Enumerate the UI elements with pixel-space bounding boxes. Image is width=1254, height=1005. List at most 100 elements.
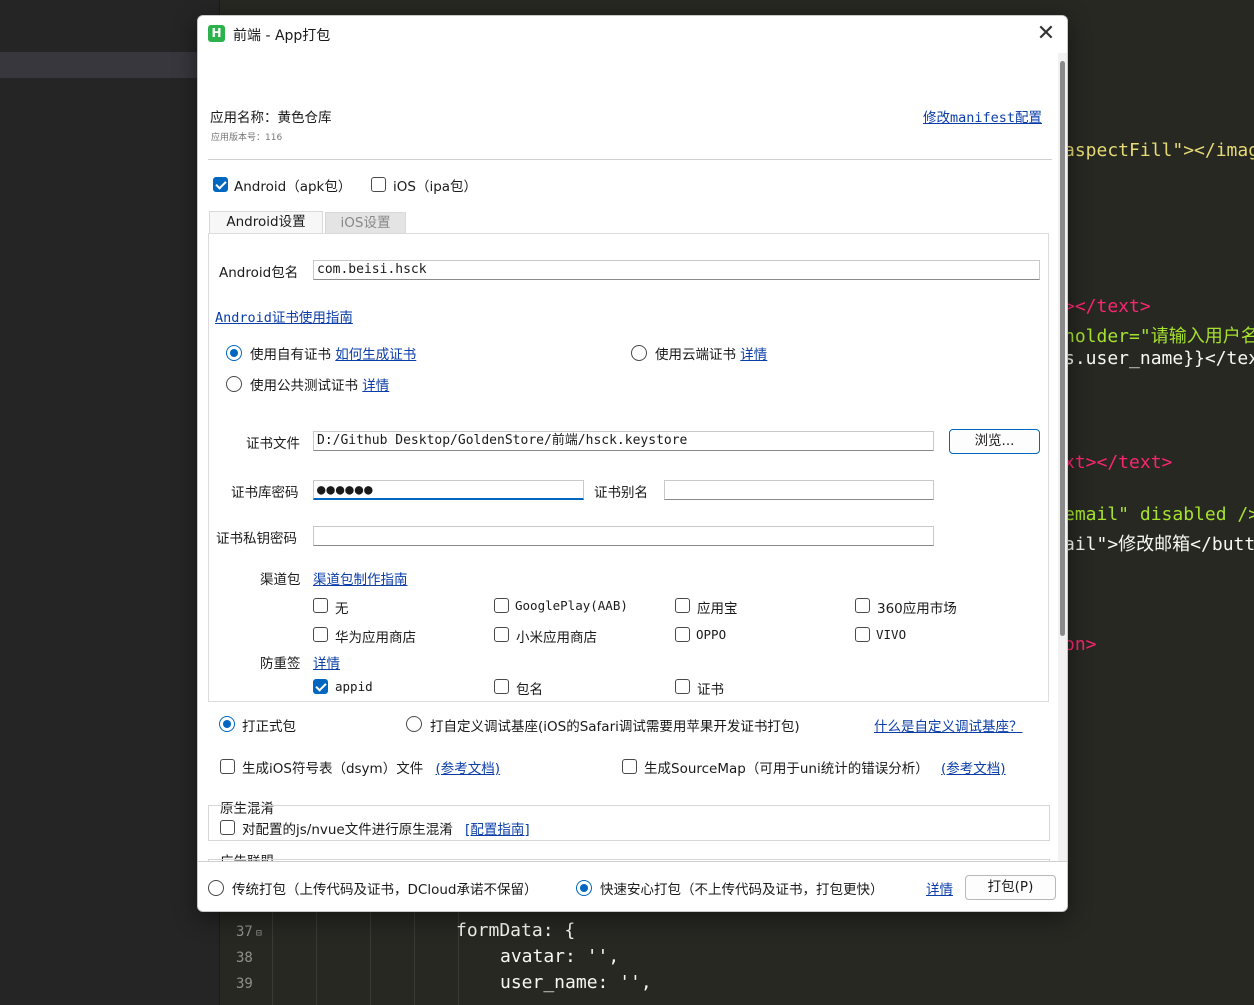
code-line: avatar: '', bbox=[500, 946, 620, 967]
custom-base-help-link[interactable]: 什么是自定义调试基座？ bbox=[874, 715, 1023, 735]
dialog-title: 前端 - App打包 bbox=[233, 28, 331, 44]
pack-details-link[interactable]: 详情 bbox=[926, 878, 953, 898]
anti-resign-appid-label: appid bbox=[335, 679, 373, 694]
indent-guide bbox=[414, 905, 415, 1005]
code-line: user_name: '', bbox=[500, 972, 652, 993]
dsym-label: 生成iOS符号表（dsym）文件 (参考文档) bbox=[242, 761, 501, 777]
dialog-content: 应用名称：黄色仓库 应用版本号：116 修改manifest配置 Android… bbox=[198, 53, 1067, 861]
channel-vivo-checkbox[interactable] bbox=[855, 627, 870, 642]
channel-label-huawei: 华为应用商店 bbox=[335, 630, 416, 646]
obfuscation-guide-link[interactable]: [配置指南] bbox=[465, 822, 530, 838]
fast-safe-pack-radio[interactable] bbox=[576, 880, 592, 896]
modify-manifest-link[interactable]: 修改manifest配置 bbox=[923, 106, 1042, 126]
channel-label: 渠道包 bbox=[260, 572, 301, 588]
anti-resign-cert-label: 证书 bbox=[697, 682, 724, 698]
code-line: formData: { bbox=[456, 920, 576, 941]
custom-base-radio[interactable] bbox=[406, 716, 422, 732]
cloud-cert-details-link[interactable]: 详情 bbox=[740, 347, 767, 363]
cloud-cert-label: 使用云端证书 详情 bbox=[655, 347, 768, 363]
code-line: email" disabled /> bbox=[1064, 504, 1254, 525]
how-to-generate-cert-link[interactable]: 如何生成证书 bbox=[335, 347, 416, 363]
android-platform-label: Android（apk包） bbox=[234, 179, 352, 195]
tab-ios-settings[interactable]: iOS设置 bbox=[325, 212, 406, 234]
release-build-label: 打正式包 bbox=[242, 719, 296, 735]
channel-label-oppo: OPPO bbox=[696, 627, 727, 642]
code-line: xt></text> bbox=[1064, 452, 1173, 473]
indent-guide bbox=[370, 905, 371, 1005]
public-test-cert-details-link[interactable]: 详情 bbox=[362, 378, 389, 394]
channel-label-xiaomi: 小米应用商店 bbox=[516, 630, 597, 646]
close-button[interactable]: ✕ bbox=[1027, 20, 1065, 48]
sidebar-selected-row bbox=[0, 52, 220, 78]
code-line: aspectFill"></imag bbox=[1064, 140, 1254, 161]
code-line: holder="请输入用户名 bbox=[1064, 326, 1254, 347]
channel-label-none: 无 bbox=[335, 601, 349, 617]
channel-label-yingyongbao: 应用宝 bbox=[697, 601, 738, 617]
cert-file-input[interactable]: D:/Github Desktop/GoldenStore/前端/hsck.ke… bbox=[313, 431, 934, 451]
code-line: on> bbox=[1064, 634, 1097, 655]
android-cert-guide-link[interactable]: Android证书使用指南 bbox=[215, 306, 353, 326]
project-sidebar bbox=[0, 0, 220, 1005]
android-platform-checkbox[interactable] bbox=[213, 177, 228, 192]
cert-file-label: 证书文件 bbox=[246, 436, 300, 452]
own-cert-radio[interactable] bbox=[226, 345, 242, 361]
ios-platform-checkbox[interactable] bbox=[371, 177, 386, 192]
cert-alias-label: 证书别名 bbox=[594, 485, 648, 501]
cert-alias-input[interactable] bbox=[664, 480, 934, 500]
channel-none-checkbox[interactable] bbox=[313, 598, 328, 613]
keystore-password-input[interactable]: ●●●●●● bbox=[313, 480, 584, 500]
pack-button[interactable]: 打包(P) bbox=[965, 875, 1056, 900]
code-line: ail">修改邮箱</butt bbox=[1064, 534, 1254, 555]
traditional-pack-radio[interactable] bbox=[208, 880, 224, 896]
divider bbox=[208, 159, 1052, 160]
dsym-checkbox[interactable] bbox=[220, 759, 235, 774]
anti-resign-package-checkbox[interactable] bbox=[494, 679, 509, 694]
obfuscation-checkbox[interactable] bbox=[220, 820, 235, 835]
cloud-cert-radio[interactable] bbox=[631, 345, 647, 361]
code-line: ></text> bbox=[1064, 296, 1151, 317]
dialog-footer: 传统打包（上传代码及证书，DCloud承诺不保留） 快速安心打包（不上传代码及证… bbox=[198, 861, 1067, 911]
anti-resign-package-label: 包名 bbox=[516, 682, 543, 698]
package-name-input[interactable]: com.beisi.hsck bbox=[313, 260, 1040, 280]
channel-360-checkbox[interactable] bbox=[855, 598, 870, 613]
anti-resign-details-link[interactable]: 详情 bbox=[313, 652, 340, 672]
channel-oppo-checkbox[interactable] bbox=[675, 627, 690, 642]
sourcemap-checkbox[interactable] bbox=[622, 759, 637, 774]
fast-safe-pack-label: 快速安心打包（不上传代码及证书，打包更快） bbox=[600, 882, 884, 898]
line-number: 38 bbox=[236, 950, 253, 966]
public-test-cert-radio[interactable] bbox=[226, 376, 242, 392]
keystore-password-label: 证书库密码 bbox=[231, 485, 299, 501]
channel-googleplay-checkbox[interactable] bbox=[494, 598, 509, 613]
ios-platform-label: iOS（ipa包） bbox=[393, 179, 478, 195]
private-key-password-input[interactable] bbox=[313, 526, 934, 546]
app-name-label: 应用名称：黄色仓库 bbox=[210, 110, 332, 126]
line-number: 39 bbox=[236, 976, 253, 992]
browse-button[interactable]: 浏览... bbox=[949, 429, 1040, 454]
obfuscation-label: 对配置的js/nvue文件进行原生混淆 [配置指南] bbox=[242, 822, 530, 838]
anti-resign-label: 防重签 bbox=[260, 656, 301, 672]
release-build-radio[interactable] bbox=[219, 716, 235, 732]
indent-guide bbox=[316, 905, 317, 1005]
app-version-label: 应用版本号：116 bbox=[211, 133, 283, 143]
anti-resign-cert-checkbox[interactable] bbox=[675, 679, 690, 694]
app-pack-dialog: H 前端 - App打包 ✕ 应用名称：黄色仓库 应用版本号：116 修改man… bbox=[197, 15, 1068, 912]
scrollbar-thumb[interactable] bbox=[1060, 61, 1065, 636]
custom-base-label: 打自定义调试基座(iOS的Safari调试需要用苹果开发证书打包) bbox=[430, 719, 800, 735]
channel-xiaomi-checkbox[interactable] bbox=[494, 627, 509, 642]
line-number: 37 ⊟ bbox=[236, 924, 262, 940]
own-cert-label: 使用自有证书 如何生成证书 bbox=[250, 347, 417, 363]
sourcemap-docs-link[interactable]: (参考文档) bbox=[941, 761, 1006, 777]
hbuilder-logo-icon: H bbox=[208, 25, 225, 42]
channel-label-googleplay: GooglePlay(AAB) bbox=[515, 598, 628, 613]
dialog-titlebar[interactable]: H 前端 - App打包 ✕ bbox=[198, 16, 1067, 53]
package-name-label: Android包名 bbox=[219, 265, 299, 281]
channel-yingyongbao-checkbox[interactable] bbox=[675, 598, 690, 613]
code-line: s.user_name}}</tex bbox=[1064, 348, 1254, 369]
anti-resign-appid-checkbox[interactable] bbox=[313, 679, 328, 694]
channel-huawei-checkbox[interactable] bbox=[313, 627, 328, 642]
channel-guide-link[interactable]: 渠道包制作指南 bbox=[313, 568, 408, 588]
private-key-password-label: 证书私钥密码 bbox=[216, 531, 297, 547]
channel-label-360: 360应用市场 bbox=[877, 601, 957, 617]
dsym-docs-link[interactable]: (参考文档) bbox=[436, 761, 501, 777]
tab-android-settings[interactable]: Android设置 bbox=[209, 211, 323, 233]
